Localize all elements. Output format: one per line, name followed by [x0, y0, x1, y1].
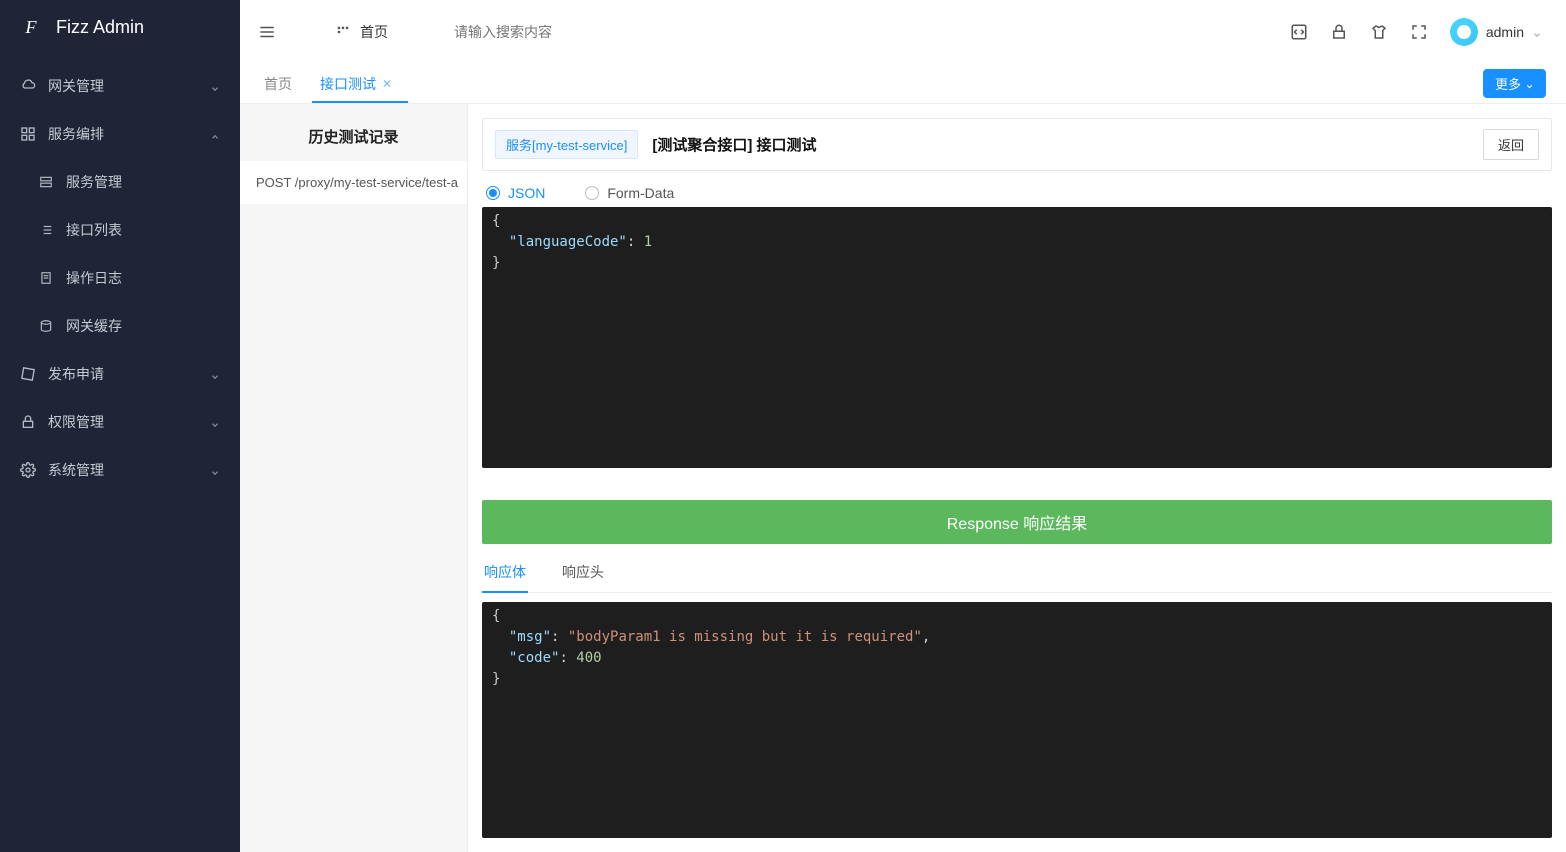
- tabbar: 首页 接口测试 ✕ 更多: [240, 64, 1566, 104]
- service-badge: 服务[my-test-service]: [495, 130, 638, 159]
- cloud-icon: [20, 78, 36, 94]
- sidebar: F Fizz Admin 网关管理 服务编排: [0, 0, 240, 852]
- sub-item-op-log[interactable]: 操作日志: [0, 254, 240, 302]
- chevron-down-icon: [210, 81, 220, 91]
- chevron-down-icon: [210, 369, 220, 379]
- body-type-radio-group: JSON Form-Data: [486, 185, 1548, 201]
- sub-item-api-list[interactable]: 接口列表: [0, 206, 240, 254]
- main: 首页 admin 首页: [240, 0, 1566, 852]
- user-name: admin: [1486, 24, 1524, 40]
- history-item[interactable]: POST /proxy/my-test-service/test-a: [240, 161, 467, 204]
- document-icon: [38, 270, 54, 286]
- response-body-viewer[interactable]: { "msg": "bodyParam1 is missing but it i…: [482, 602, 1552, 838]
- search-input[interactable]: [454, 24, 654, 40]
- sidebar-item-label: 服务编排: [48, 124, 104, 144]
- database-icon: [38, 318, 54, 334]
- more-button[interactable]: 更多: [1483, 69, 1546, 98]
- code-icon[interactable]: [1290, 23, 1308, 41]
- chevron-down-icon: [210, 465, 220, 475]
- lock-icon: [20, 414, 36, 430]
- history-panel: 历史测试记录 POST /proxy/my-test-service/test-…: [240, 104, 468, 852]
- tab-label: 接口测试: [320, 74, 376, 94]
- lock-icon[interactable]: [1330, 23, 1348, 41]
- page-title: [测试聚合接口] 接口测试: [652, 134, 816, 155]
- grid-icon: [20, 126, 36, 142]
- send-icon: [20, 366, 36, 382]
- back-button[interactable]: 返回: [1483, 129, 1539, 160]
- home-label: 首页: [360, 22, 388, 42]
- tab-label: 首页: [264, 74, 292, 94]
- sub-item-label: 操作日志: [66, 268, 122, 288]
- shirt-icon[interactable]: [1370, 23, 1388, 41]
- apps-icon: [334, 23, 352, 41]
- sub-item-label: 接口列表: [66, 220, 122, 240]
- user-menu[interactable]: admin: [1450, 18, 1542, 46]
- sidebar-item-orchestration[interactable]: 服务编排: [0, 110, 240, 158]
- sidebar-menu: 网关管理 服务编排 服务管理 接口列表: [0, 54, 240, 494]
- sidebar-item-system[interactable]: 系统管理: [0, 446, 240, 494]
- sidebar-item-label: 发布申请: [48, 364, 104, 384]
- sidebar-item-permission[interactable]: 权限管理: [0, 398, 240, 446]
- sidebar-item-label: 系统管理: [48, 460, 104, 480]
- radio-form-data[interactable]: Form-Data: [585, 185, 674, 201]
- menu-toggle-icon[interactable]: [258, 23, 276, 41]
- brand-logo-icon: F: [18, 14, 44, 40]
- sub-item-label: 服务管理: [66, 172, 122, 192]
- close-icon[interactable]: ✕: [382, 77, 392, 91]
- page-header: 服务[my-test-service] [测试聚合接口] 接口测试 返回: [482, 118, 1552, 171]
- sidebar-item-label: 权限管理: [48, 412, 104, 432]
- sidebar-item-label: 网关管理: [48, 76, 104, 96]
- server-icon: [38, 174, 54, 190]
- topbar: 首页 admin: [240, 0, 1566, 64]
- response-banner: Response 响应结果: [482, 500, 1552, 544]
- avatar-icon: [1450, 18, 1478, 46]
- brand: F Fizz Admin: [0, 0, 240, 54]
- sub-item-label: 网关缓存: [66, 316, 122, 336]
- content: 历史测试记录 POST /proxy/my-test-service/test-…: [240, 104, 1566, 852]
- response-tab-headers[interactable]: 响应头: [560, 552, 606, 592]
- radio-dot-icon: [486, 186, 500, 200]
- history-title: 历史测试记录: [240, 104, 467, 161]
- sub-item-service-mgmt[interactable]: 服务管理: [0, 158, 240, 206]
- workspace: 服务[my-test-service] [测试聚合接口] 接口测试 返回 JSO…: [468, 104, 1566, 852]
- chevron-down-icon: [210, 417, 220, 427]
- list-icon: [38, 222, 54, 238]
- radio-label: Form-Data: [607, 185, 674, 201]
- sidebar-submenu-orchestration: 服务管理 接口列表 操作日志 网关缓存: [0, 158, 240, 350]
- radio-dot-icon: [585, 186, 599, 200]
- response-tabs: 响应体 响应头: [482, 552, 1552, 593]
- home-button[interactable]: 首页: [334, 22, 388, 42]
- chevron-down-icon: [1525, 79, 1534, 88]
- tab-api-test[interactable]: 接口测试 ✕: [320, 64, 392, 103]
- fullscreen-icon[interactable]: [1410, 23, 1428, 41]
- sidebar-item-gateway[interactable]: 网关管理: [0, 62, 240, 110]
- brand-title: Fizz Admin: [56, 17, 144, 38]
- gear-icon: [20, 462, 36, 478]
- chevron-up-icon: [210, 129, 220, 139]
- radio-label: JSON: [508, 185, 545, 201]
- sub-item-cache[interactable]: 网关缓存: [0, 302, 240, 350]
- chevron-down-icon: [1532, 27, 1542, 37]
- more-label: 更多: [1495, 74, 1521, 93]
- sidebar-item-publish[interactable]: 发布申请: [0, 350, 240, 398]
- response-tab-body[interactable]: 响应体: [482, 552, 528, 592]
- radio-json[interactable]: JSON: [486, 185, 545, 201]
- tab-home[interactable]: 首页: [264, 64, 292, 103]
- request-body-editor[interactable]: { "languageCode": 1}: [482, 207, 1552, 468]
